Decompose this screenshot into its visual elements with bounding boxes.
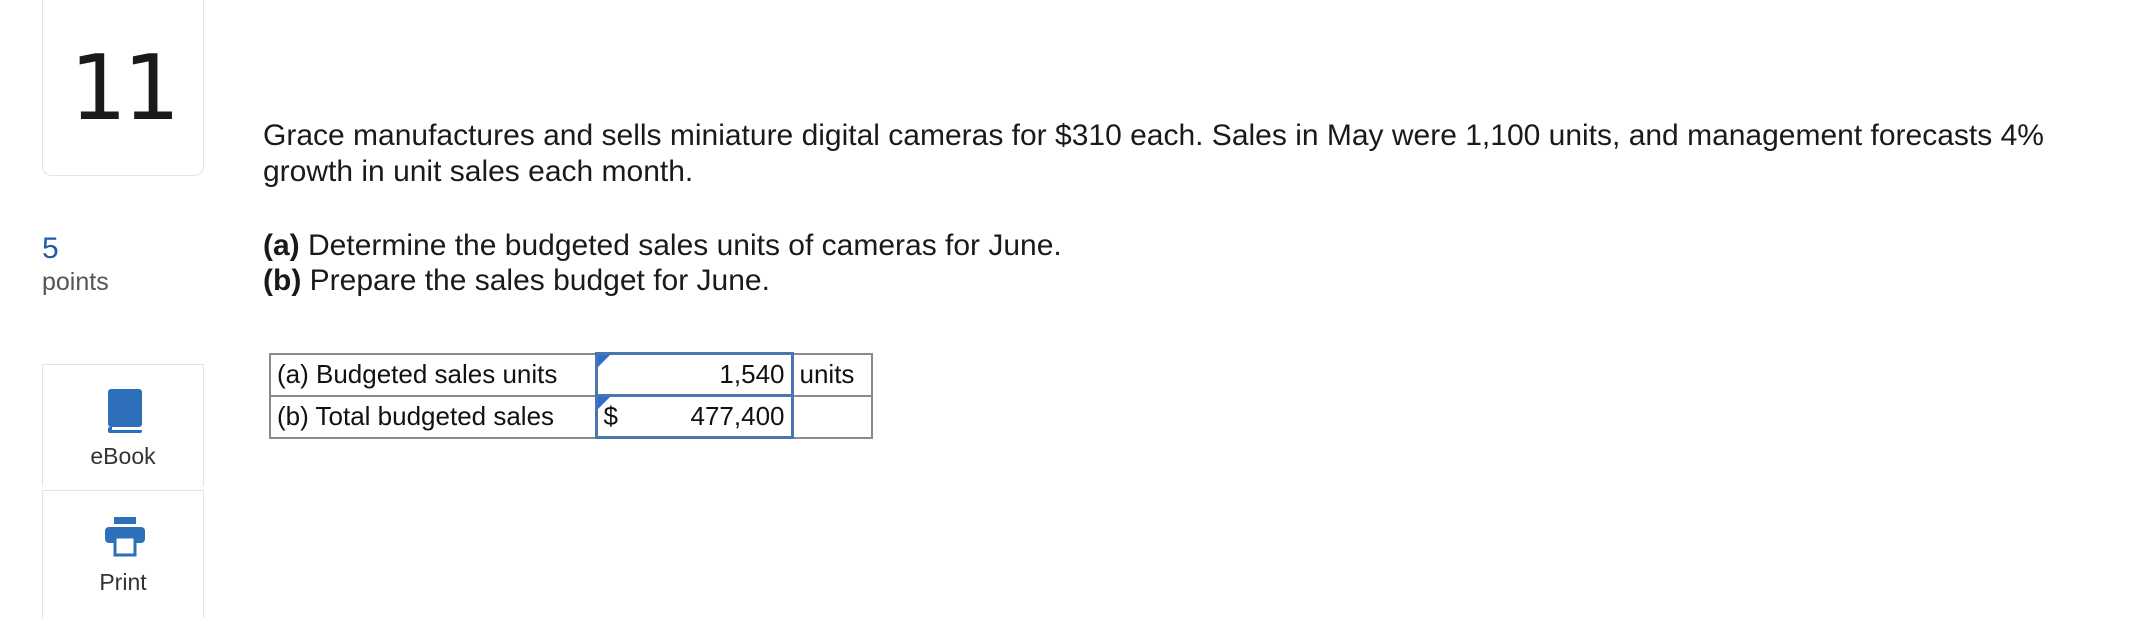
part-a-text: Determine the budgeted sales units of ca… <box>299 229 1062 262</box>
answer-table: (a) Budgeted sales units 1,540 units (b)… <box>269 352 873 439</box>
print-label: Print <box>99 569 147 595</box>
total-sales-input[interactable]: $ 477,400 <box>594 394 794 439</box>
question-prompt: Grace manufactures and sells miniature d… <box>263 119 2044 188</box>
row-a-unit: units <box>791 352 873 397</box>
part-a-instruction: (a) Determine the budgeted sales units o… <box>263 228 1062 264</box>
table-row: (a) Budgeted sales units 1,540 units <box>269 352 873 397</box>
points-value: 5 <box>42 232 59 265</box>
question-number-card: 11 <box>42 0 204 176</box>
row-b-value: 477,400 <box>690 401 785 431</box>
part-b-instruction: (b) Prepare the sales budget for June. <box>263 263 770 299</box>
row-b-label: (b) Total budgeted sales <box>269 394 597 439</box>
row-b-unit <box>791 394 873 439</box>
book-icon <box>108 389 142 433</box>
ebook-label: eBook <box>90 443 156 469</box>
table-row: (b) Total budgeted sales $ 477,400 <box>269 394 873 439</box>
part-a-tag: (a) <box>263 229 300 262</box>
print-button[interactable]: Print <box>42 490 204 618</box>
row-a-value: 1,540 <box>719 359 785 389</box>
row-b-prefix: $ <box>603 401 618 431</box>
question-number: 11 <box>69 36 181 141</box>
printer-icon <box>105 517 145 557</box>
ebook-button[interactable]: eBook <box>42 364 204 486</box>
points-label: points <box>42 268 109 296</box>
budgeted-units-input[interactable]: 1,540 <box>594 352 794 397</box>
part-b-text: Prepare the sales budget for June. <box>301 264 770 297</box>
part-b-tag: (b) <box>263 264 302 297</box>
row-a-label: (a) Budgeted sales units <box>269 352 597 397</box>
